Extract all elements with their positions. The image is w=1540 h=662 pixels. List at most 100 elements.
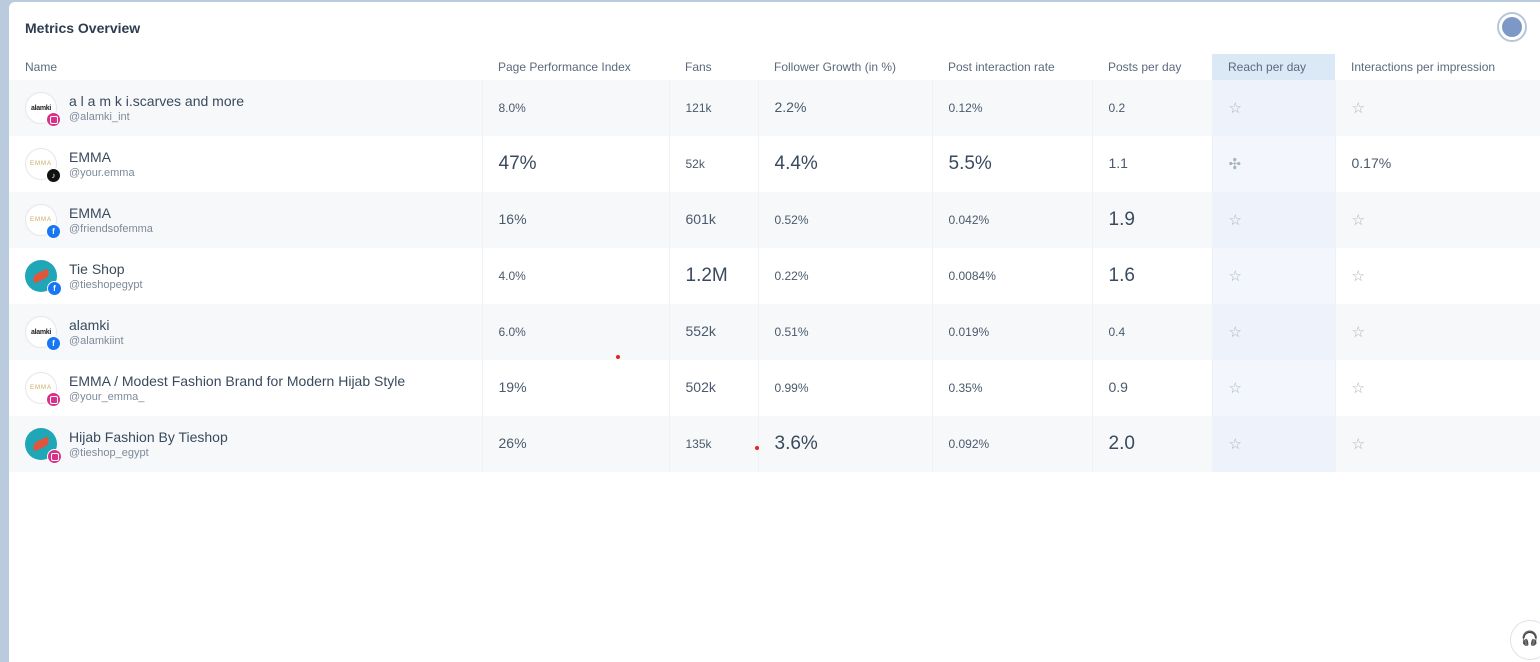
profile-handle: @tieshop_egypt xyxy=(69,446,149,459)
profile-name: EMMA / Modest Fashion Brand for Modern H… xyxy=(69,372,406,389)
posts-per-day-value: 1.6 xyxy=(1108,265,1135,286)
table-row[interactable]: alamki a l a m k i.scarves and more @alamk… xyxy=(9,80,1540,136)
profile-name: a l a m k i.scarves and more xyxy=(69,92,245,109)
star-icon[interactable]: ☆ xyxy=(1229,100,1242,117)
star-icon[interactable]: ☆ xyxy=(1229,436,1242,453)
tie-logo-icon xyxy=(31,436,51,452)
table-row[interactable]: EMMA ♪ EMMA @your.emma 47% 52k 4.4% 5.5% 1.1 ✣ 0.1… xyxy=(9,136,1540,192)
table-row[interactable]: f Tie Shop @tieshopegypt 4.0% 1.2M 0.22% 0.008… xyxy=(9,248,1540,304)
star-icon[interactable]: ☆ xyxy=(1352,268,1365,285)
column-header-fans[interactable]: Fans xyxy=(669,54,758,80)
column-header-growth[interactable]: Follower Growth (in %) xyxy=(758,54,932,80)
posts-per-day-value: 0.9 xyxy=(1108,379,1128,395)
metrics-card: Metrics Overview Name Page Performance I… xyxy=(9,2,1540,662)
profile-name: Tie Shop xyxy=(69,260,125,277)
growth-value: 0.52% xyxy=(774,213,809,227)
interaction-rate-value: 0.019% xyxy=(948,325,990,339)
emma-avatar: EMMA xyxy=(25,372,61,407)
growth-value: 2.2% xyxy=(774,99,807,115)
table-row[interactable]: EMMA EMMA / Modest Fashion Brand for Mode… xyxy=(9,360,1540,416)
interaction-rate-value: 0.0084% xyxy=(948,269,996,283)
marker-dot xyxy=(616,355,620,359)
fans-value: 552k xyxy=(685,323,716,339)
posts-per-day-value: 0.2 xyxy=(1108,101,1126,115)
interaction-rate-value: 0.092% xyxy=(948,437,990,451)
star-icon[interactable]: ☆ xyxy=(1229,212,1242,229)
star-icon[interactable]: ☆ xyxy=(1229,380,1242,397)
instagram-icon xyxy=(46,392,61,407)
posts-per-day-value: 1.9 xyxy=(1108,209,1135,230)
star-icon[interactable]: ☆ xyxy=(1352,100,1365,117)
facebook-icon: f xyxy=(46,224,61,239)
growth-value: 3.6% xyxy=(774,433,818,454)
page-title: Metrics Overview xyxy=(25,20,141,36)
posts-per-day-value: 2.0 xyxy=(1108,433,1135,454)
profile-name: alamki xyxy=(69,316,110,333)
puzzle-icon: ✣ xyxy=(1228,155,1242,173)
profile-cell[interactable]: EMMA EMMA / Modest Fashion Brand for Mode… xyxy=(25,372,482,407)
profile-cell[interactable]: EMMA ♪ EMMA @your.emma xyxy=(25,148,482,183)
tie-logo-icon xyxy=(31,268,51,284)
growth-value: 0.51% xyxy=(774,325,809,339)
alamki-avatar: alamki xyxy=(25,92,61,127)
profile-cell[interactable]: Hijab Fashion By Tieshop @tieshop_egypt xyxy=(25,428,482,464)
facebook-icon: f xyxy=(47,281,62,296)
profile-cell[interactable]: EMMA f EMMA @friendsofemma xyxy=(25,204,482,239)
profile-name: EMMA xyxy=(69,204,111,221)
table-row[interactable]: Hijab Fashion By Tieshop @tieshop_egypt 26… xyxy=(9,416,1540,472)
profile-cell[interactable]: alamki f alamki @alamkiint xyxy=(25,316,482,351)
profile-handle: @tieshopegypt xyxy=(69,278,143,291)
metric-value: 0.17% xyxy=(1351,155,1392,171)
profile-handle: @friendsofemma xyxy=(69,222,153,235)
star-icon[interactable]: ☆ xyxy=(1352,436,1365,453)
emma-avatar: EMMA f xyxy=(25,204,61,239)
ppi-value: 26% xyxy=(498,435,527,451)
column-header-posts-per-day[interactable]: Posts per day xyxy=(1092,54,1212,80)
fans-value: 121k xyxy=(685,101,712,115)
star-icon[interactable]: ☆ xyxy=(1352,212,1365,229)
growth-value: 4.4% xyxy=(774,153,818,174)
posts-per-day-value: 1.1 xyxy=(1108,155,1128,171)
interaction-rate-value: 0.35% xyxy=(948,381,983,395)
star-icon[interactable]: ☆ xyxy=(1352,380,1365,397)
profile-cell[interactable]: alamki a l a m k i.scarves and more @alamk… xyxy=(25,92,482,127)
table-header: Name Page Performance Index Fans Followe… xyxy=(9,54,1540,80)
column-header-reach-per-day[interactable]: Reach per day xyxy=(1212,54,1335,80)
ppi-value: 19% xyxy=(498,379,527,395)
profile-handle: @alamkiint xyxy=(69,334,124,347)
column-header-ppi[interactable]: Page Performance Index xyxy=(482,54,669,80)
metrics-table: Name Page Performance Index Fans Followe… xyxy=(9,54,1540,472)
profile-name: Hijab Fashion By Tieshop xyxy=(69,428,228,445)
interaction-rate-value: 0.12% xyxy=(948,101,983,115)
fans-value: 502k xyxy=(685,379,716,395)
column-header-name[interactable]: Name xyxy=(9,54,482,80)
star-icon[interactable]: ☆ xyxy=(1229,324,1242,341)
fans-value: 135k xyxy=(685,437,712,451)
star-icon[interactable]: ☆ xyxy=(1352,324,1365,341)
star-icon[interactable]: ☆ xyxy=(1229,268,1242,285)
profile-cell[interactable]: f Tie Shop @tieshopegypt xyxy=(25,260,482,296)
fans-value: 1.2M xyxy=(685,265,728,286)
tieshop-avatar: f xyxy=(25,260,62,296)
interaction-rate-value: 0.042% xyxy=(948,213,990,227)
interaction-rate-value: 5.5% xyxy=(948,153,992,174)
growth-value: 0.99% xyxy=(774,381,809,395)
instagram-icon xyxy=(47,449,62,464)
posts-per-day-value: 0.4 xyxy=(1108,325,1126,339)
profile-handle: @alamki_int xyxy=(69,110,130,123)
fans-value: 52k xyxy=(685,157,705,171)
ppi-value: 6.0% xyxy=(498,325,526,339)
table-row[interactable]: EMMA f EMMA @friendsofemma 16% 601k 0.52% 0.042… xyxy=(9,192,1540,248)
facebook-icon: f xyxy=(46,336,61,351)
column-header-interactions-per-impression[interactable]: Interactions per impression xyxy=(1335,54,1540,80)
column-header-interaction-rate[interactable]: Post interaction rate xyxy=(932,54,1092,80)
ppi-value: 47% xyxy=(498,153,537,174)
alamki-avatar: alamki f xyxy=(25,316,61,351)
profile-handle: @your.emma xyxy=(69,166,135,179)
settings-toggle-button[interactable] xyxy=(1497,12,1527,42)
instagram-icon xyxy=(46,112,61,127)
toggle-knob-icon xyxy=(1502,17,1522,37)
marker-dot xyxy=(755,446,759,450)
profile-name: EMMA xyxy=(69,148,111,165)
table-row[interactable]: alamki f alamki @alamkiint 6.0% 552k 0.51% 0.01… xyxy=(9,304,1540,360)
